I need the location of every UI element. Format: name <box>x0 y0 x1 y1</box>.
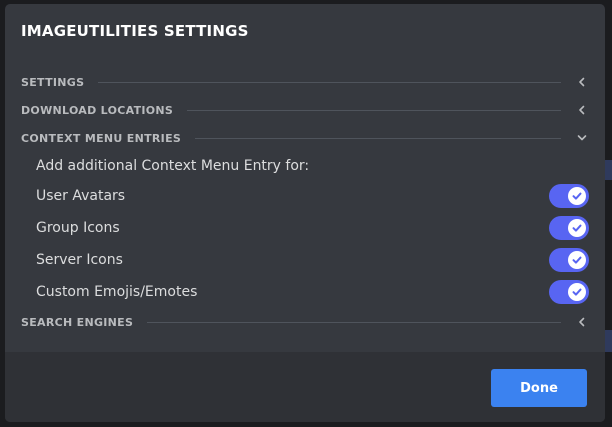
modal-header: IMAGEUTILITIES SETTINGS <box>21 18 249 44</box>
toggle-row-user-avatars: User Avatars <box>36 180 589 212</box>
section-label: SEARCH ENGINES <box>21 315 134 329</box>
toggle-row-server-icons: Server Icons <box>36 244 589 276</box>
server-icons-toggle[interactable] <box>549 248 589 272</box>
context-menu-intro: Add additional Context Menu Entry for: <box>36 158 310 174</box>
section-divider <box>147 321 561 323</box>
toggle-label: User Avatars <box>36 188 126 204</box>
modal-footer: Done <box>5 352 605 422</box>
toggle-label: Server Icons <box>36 252 123 268</box>
toggle-knob <box>568 187 586 205</box>
section-label: DOWNLOAD LOCATIONS <box>21 103 174 117</box>
group-icons-toggle[interactable] <box>549 216 589 240</box>
section-download-locations[interactable]: DOWNLOAD LOCATIONS <box>5 96 605 124</box>
chevron-left-icon[interactable] <box>575 315 589 329</box>
section-settings[interactable]: SETTINGS <box>5 68 605 96</box>
checkmark-icon <box>572 224 582 232</box>
chevron-left-icon[interactable] <box>575 103 589 117</box>
checkmark-icon <box>572 288 582 296</box>
toggle-label: Group Icons <box>36 220 120 236</box>
section-divider <box>195 137 561 139</box>
checkmark-icon <box>572 256 582 264</box>
toggle-row-custom-emojis: Custom Emojis/Emotes <box>36 276 589 308</box>
toggle-knob <box>568 283 586 301</box>
section-context-menu-entries[interactable]: CONTEXT MENU ENTRIES <box>5 124 605 152</box>
section-divider <box>187 109 561 111</box>
settings-modal: IMAGEUTILITIES SETTINGS SETTINGS DOWNLOA… <box>5 4 605 422</box>
checkmark-icon <box>572 192 582 200</box>
backdrop-accent <box>604 330 612 352</box>
section-search-engines[interactable]: SEARCH ENGINES <box>5 308 605 336</box>
toggle-knob <box>568 251 586 269</box>
chevron-down-icon[interactable] <box>575 131 589 145</box>
done-button[interactable]: Done <box>491 369 587 407</box>
user-avatars-toggle[interactable] <box>549 184 589 208</box>
modal-body: SETTINGS DOWNLOAD LOCATIONS CONTEXT MENU… <box>5 68 605 336</box>
section-label: CONTEXT MENU ENTRIES <box>21 131 182 145</box>
toggle-label: Custom Emojis/Emotes <box>36 284 198 300</box>
toggle-row-group-icons: Group Icons <box>36 212 589 244</box>
section-divider <box>98 81 561 83</box>
context-menu-section-content: Add additional Context Menu Entry for: U… <box>5 152 605 308</box>
section-label: SETTINGS <box>21 75 85 89</box>
chevron-left-icon[interactable] <box>575 75 589 89</box>
toggle-knob <box>568 219 586 237</box>
modal-title: IMAGEUTILITIES SETTINGS <box>21 22 249 40</box>
custom-emojis-toggle[interactable] <box>549 280 589 304</box>
